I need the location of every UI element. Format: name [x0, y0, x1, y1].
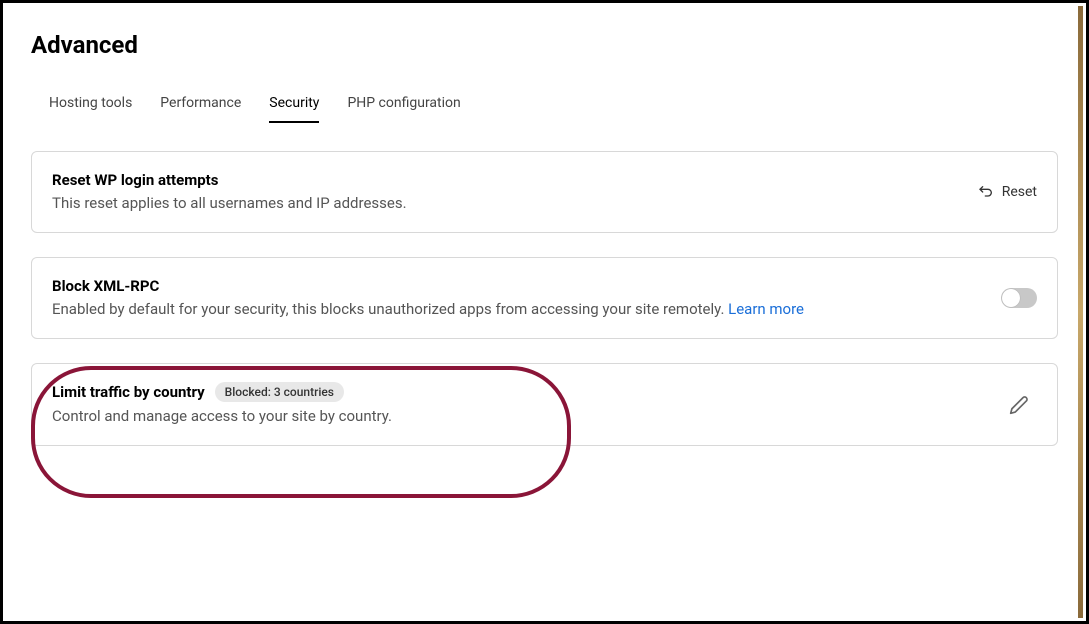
scrollbar[interactable]	[1078, 6, 1083, 618]
tab-php-configuration[interactable]: PHP configuration	[347, 95, 460, 123]
edit-button[interactable]	[1001, 387, 1037, 423]
card-desc-text: Enabled by default for your security, th…	[52, 300, 728, 318]
tab-hosting-tools[interactable]: Hosting tools	[49, 95, 132, 123]
card-title-block-xmlrpc: Block XML-RPC	[52, 277, 159, 295]
pencil-icon	[1009, 395, 1029, 415]
card-title-limit-traffic: Limit traffic by country Blocked: 3 coun…	[52, 382, 344, 402]
tabs: Hosting tools Performance Security PHP c…	[31, 95, 1058, 123]
page-title: Advanced	[31, 31, 1058, 59]
tab-performance[interactable]: Performance	[160, 95, 241, 123]
card-title-text: Limit traffic by country	[52, 383, 205, 401]
card-desc-limit-traffic: Control and manage access to your site b…	[52, 406, 1001, 427]
reset-button[interactable]: Reset	[978, 184, 1037, 200]
card-desc-block-xmlrpc: Enabled by default for your security, th…	[52, 299, 1001, 320]
toggle-knob	[1002, 289, 1020, 307]
blocked-countries-badge: Blocked: 3 countries	[215, 382, 344, 402]
learn-more-link[interactable]: Learn more	[728, 300, 804, 318]
undo-icon	[978, 184, 994, 200]
card-limit-traffic: Limit traffic by country Blocked: 3 coun…	[31, 363, 1058, 446]
block-xmlrpc-toggle[interactable]	[1001, 288, 1037, 308]
card-title-reset-wp: Reset WP login attempts	[52, 171, 218, 189]
card-block-xmlrpc: Block XML-RPC Enabled by default for you…	[31, 257, 1058, 339]
card-desc-reset-wp: This reset applies to all usernames and …	[52, 193, 978, 214]
reset-button-label: Reset	[1002, 184, 1037, 200]
tab-security[interactable]: Security	[269, 95, 319, 123]
card-reset-wp-login: Reset WP login attempts This reset appli…	[31, 151, 1058, 233]
